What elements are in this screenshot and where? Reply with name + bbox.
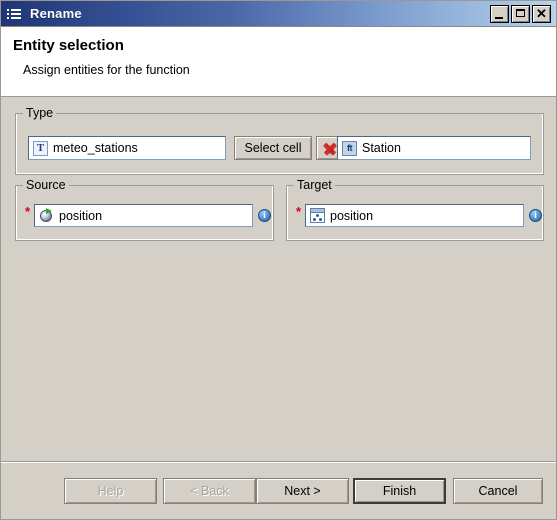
back-button[interactable]: < Back bbox=[163, 478, 256, 504]
type-t-icon: T bbox=[33, 140, 48, 156]
finish-button[interactable]: Finish bbox=[353, 478, 446, 504]
maximize-icon bbox=[516, 8, 525, 17]
minimize-button[interactable] bbox=[490, 4, 509, 23]
target-group-label: Target bbox=[294, 178, 335, 192]
target-input-value: position bbox=[330, 208, 374, 223]
red-x-delete-icon bbox=[323, 142, 336, 155]
cancel-button[interactable]: Cancel bbox=[453, 478, 543, 504]
next-button[interactable]: Next > bbox=[256, 478, 349, 504]
dialog-footer: Help < Back Next > Finish Cancel bbox=[1, 461, 556, 519]
station-input-value: Station bbox=[362, 141, 401, 155]
rename-dialog-window: Rename ✕ Entity selection Assign entitie… bbox=[0, 0, 557, 520]
select-cell-button[interactable]: Select cell bbox=[234, 136, 312, 160]
page-title: Entity selection bbox=[13, 37, 124, 54]
feature-type-icon: ft bbox=[342, 140, 357, 156]
close-button[interactable]: ✕ bbox=[532, 4, 551, 23]
target-input[interactable]: position bbox=[305, 204, 524, 227]
target-group: Target * position i bbox=[286, 178, 544, 241]
source-input-value: position bbox=[59, 208, 103, 223]
type-input[interactable]: T meteo_stations bbox=[28, 136, 226, 160]
title-bar[interactable]: Rename ✕ bbox=[1, 1, 556, 27]
help-button[interactable]: Help bbox=[64, 478, 157, 504]
source-group-label: Source bbox=[23, 178, 69, 192]
window-title: Rename bbox=[30, 6, 82, 21]
list-icon bbox=[7, 6, 23, 22]
dialog-body: Type T meteo_stations Select cell ft Sta… bbox=[1, 97, 556, 461]
source-info-icon[interactable]: i bbox=[258, 209, 271, 222]
target-info-icon[interactable]: i bbox=[529, 209, 542, 222]
source-group: Source * position i bbox=[15, 178, 274, 241]
close-icon: ✕ bbox=[536, 5, 547, 21]
attribute-grid-icon bbox=[310, 208, 325, 223]
source-input[interactable]: position bbox=[34, 204, 253, 227]
wizard-header: Entity selection Assign entities for the… bbox=[1, 27, 556, 97]
type-input-value: meteo_stations bbox=[53, 141, 138, 155]
source-required-marker: * bbox=[25, 204, 31, 219]
type-group-label: Type bbox=[23, 106, 57, 120]
minimize-icon bbox=[495, 16, 503, 19]
page-subtitle: Assign entities for the function bbox=[23, 63, 190, 77]
type-group: Type T meteo_stations Select cell ft Sta… bbox=[15, 106, 544, 175]
target-required-marker: * bbox=[296, 204, 302, 219]
station-input[interactable]: ft Station bbox=[337, 136, 531, 160]
geometry-sphere-icon bbox=[39, 208, 54, 223]
maximize-button[interactable] bbox=[511, 4, 530, 23]
window-controls: ✕ bbox=[490, 4, 551, 23]
